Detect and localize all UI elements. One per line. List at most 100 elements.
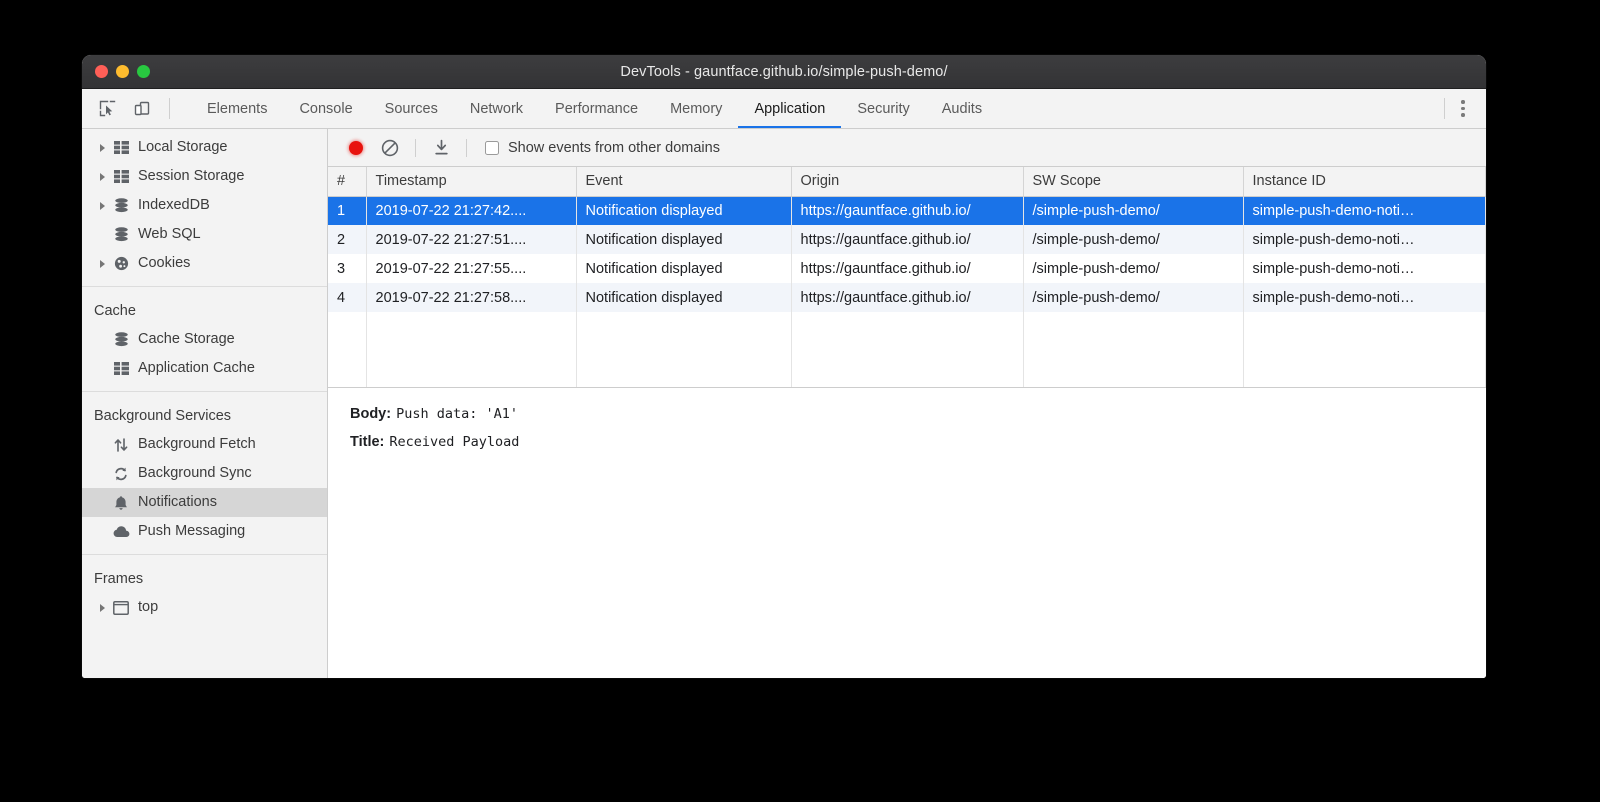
tab-application[interactable]: Application [738,89,841,128]
cell-instance-id: simple-push-demo-noti… [1243,225,1486,254]
tab-performance[interactable]: Performance [539,89,654,128]
tabstrip-right-divider [1444,98,1445,119]
sidebar-item-label: Cookies [138,256,190,271]
screenshot-root: DevTools - gauntface.github.io/simple-pu… [0,0,1600,802]
tab-label: Sources [385,101,438,117]
record-button[interactable] [341,134,371,162]
column-header-event[interactable]: Event [576,167,791,196]
frame-icon [110,601,132,615]
sidebar-item-session-storage[interactable]: Session Storage [82,162,327,191]
close-button[interactable] [95,65,108,78]
cell-origin: https://gauntface.github.io/ [791,254,1023,283]
maximize-button[interactable] [137,65,150,78]
sidebar-item-notifications[interactable]: Notifications [82,488,327,517]
sidebar-item-label: top [138,600,158,615]
more-vertical-icon[interactable] [1450,96,1476,122]
inspect-element-button[interactable] [94,96,120,122]
tab-console[interactable]: Console [283,89,368,128]
column-header-instance-id[interactable]: Instance ID [1243,167,1486,196]
database-icon [110,227,132,242]
cell-timestamp: 2019-07-22 21:27:55.... [366,254,576,283]
column-header-index[interactable]: # [328,167,366,196]
cell-origin: https://gauntface.github.io/ [791,196,1023,225]
chevron-right-icon[interactable] [94,604,110,612]
cell-index: 3 [328,254,366,283]
cell-sw-scope: /simple-push-demo/ [1023,225,1243,254]
events-grid[interactable]: # Timestamp Event Origin SW Scope Instan… [328,167,1486,388]
download-icon [433,139,450,156]
device-toolbar-button[interactable] [129,96,155,122]
cell-event: Notification displayed [576,254,791,283]
table-filler-row [328,370,1486,388]
sidebar-item-cache-storage[interactable]: Cache Storage [82,325,327,354]
tab-label: Console [299,101,352,117]
chevron-right-icon[interactable] [94,173,110,181]
cell-event: Notification displayed [576,196,791,225]
checkbox-label: Show events from other domains [508,140,720,156]
cell-origin: https://gauntface.github.io/ [791,225,1023,254]
detail-row-title: Title: Received Payload [350,434,1486,450]
tab-security[interactable]: Security [841,89,925,128]
sidebar-section-frames-title: Frames [82,555,327,593]
table-icon [110,141,132,154]
devtools-body: Local Storage Session [82,129,1486,678]
chevron-right-icon[interactable] [94,144,110,152]
cell-origin: https://gauntface.github.io/ [791,283,1023,312]
sidebar-section-cache-title: Cache [82,287,327,325]
sync-icon [110,466,132,482]
sidebar-section-background-services-title: Background Services [82,392,327,430]
tab-label: Audits [942,101,982,117]
cell-event: Notification displayed [576,225,791,254]
record-icon [349,141,363,155]
window-title: DevTools - gauntface.github.io/simple-pu… [82,64,1486,80]
table-row[interactable]: 2 2019-07-22 21:27:51.... Notification d… [328,225,1486,254]
arrows-up-down-icon [110,437,132,453]
sidebar-item-local-storage[interactable]: Local Storage [82,133,327,162]
toolbar-divider [466,139,467,157]
clear-button[interactable] [375,134,405,162]
table-row[interactable]: 3 2019-07-22 21:27:55.... Notification d… [328,254,1486,283]
export-button[interactable] [426,134,456,162]
show-other-domains-checkbox[interactable]: Show events from other domains [485,140,720,156]
sidebar-item-top-frame[interactable]: top [82,593,327,622]
cell-index: 1 [328,196,366,225]
sidebar-item-label: Background Fetch [138,437,256,452]
tab-label: Network [470,101,523,117]
sidebar-item-label: Background Sync [138,466,252,481]
cell-timestamp: 2019-07-22 21:27:51.... [366,225,576,254]
toolbar-divider [169,98,170,119]
column-header-timestamp[interactable]: Timestamp [366,167,576,196]
table-body: 1 2019-07-22 21:27:42.... Notification d… [328,196,1486,388]
cell-instance-id: simple-push-demo-noti… [1243,196,1486,225]
cell-sw-scope: /simple-push-demo/ [1023,283,1243,312]
tabstrip-tools [82,89,183,128]
tab-sources[interactable]: Sources [369,89,454,128]
minimize-button[interactable] [116,65,129,78]
sidebar-item-label: Application Cache [138,361,255,376]
sidebar-item-cookies[interactable]: Cookies [82,249,327,278]
checkbox-box[interactable] [485,141,499,155]
chevron-right-icon[interactable] [94,260,110,268]
sidebar-item-push-messaging[interactable]: Push Messaging [82,517,327,546]
tab-label: Application [754,101,825,117]
sidebar-item-indexeddb[interactable]: IndexedDB [82,191,327,220]
table-row[interactable]: 4 2019-07-22 21:27:58.... Notification d… [328,283,1486,312]
tab-audits[interactable]: Audits [926,89,998,128]
devtools-tabstrip: Elements Console Sources Network Perform… [82,89,1486,129]
table-filler-row [328,312,1486,341]
sidebar-item-application-cache[interactable]: Application Cache [82,354,327,383]
bell-icon [110,495,132,511]
sidebar-item-background-fetch[interactable]: Background Fetch [82,430,327,459]
tab-network[interactable]: Network [454,89,539,128]
cell-event: Notification displayed [576,283,791,312]
sidebar-item-web-sql[interactable]: Web SQL [82,220,327,249]
chevron-right-icon[interactable] [94,202,110,210]
tab-elements[interactable]: Elements [191,89,283,128]
devtools-window: DevTools - gauntface.github.io/simple-pu… [82,55,1486,678]
column-header-origin[interactable]: Origin [791,167,1023,196]
column-header-sw-scope[interactable]: SW Scope [1023,167,1243,196]
table-row[interactable]: 1 2019-07-22 21:27:42.... Notification d… [328,196,1486,225]
sidebar-item-background-sync[interactable]: Background Sync [82,459,327,488]
tab-memory[interactable]: Memory [654,89,738,128]
detail-key: Body: [350,406,391,422]
